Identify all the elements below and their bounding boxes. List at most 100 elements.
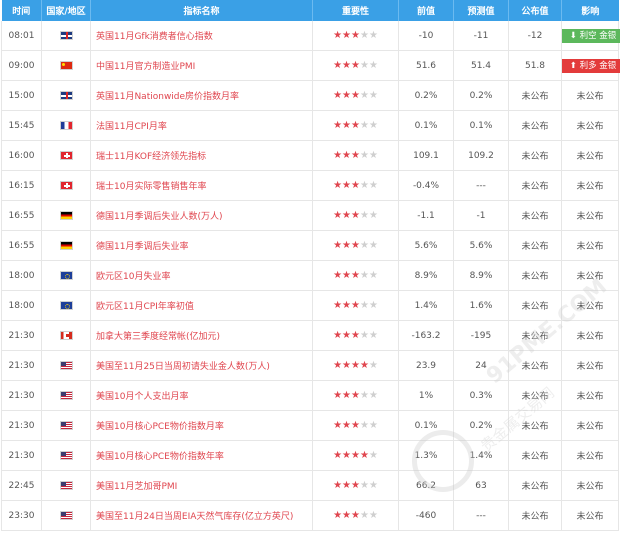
calendar-table: 时间 国家/地区 指标名称 重要性 前值 预测值 公布值 影响 08:01 英国1… — [1, 0, 620, 531]
star-icon: ★ — [351, 240, 360, 251]
indicator-link[interactable]: 美国至11月24日当周EIA天然气库存(亿立方英尺) — [96, 512, 293, 522]
cell-impact: 未公布 — [561, 200, 619, 231]
cell-indicator[interactable]: 欧元区10月失业率 — [90, 260, 313, 291]
cell-indicator[interactable]: 英国11月Gfk消费者信心指数 — [90, 21, 313, 51]
star-icon: ★ — [359, 450, 369, 461]
impact-badge: ⬇ 利空 金银 — [562, 28, 620, 43]
star-icon: ★ — [368, 330, 378, 341]
header-previous[interactable]: 前值 — [398, 0, 454, 21]
cell-forecast: 0.2% — [453, 410, 509, 441]
impact-label: 利多 金银 — [579, 60, 617, 71]
cell-time: 23:30 — [1, 500, 42, 531]
cell-indicator[interactable]: 美国10月个人支出月率 — [90, 380, 313, 411]
cell-indicator[interactable]: 美国至11月25日当周初请失业金人数(万人) — [90, 350, 313, 381]
cell-importance: ★★★★★ — [312, 80, 399, 111]
cell-importance: ★★★★★ — [312, 440, 399, 471]
cell-actual: 未公布 — [508, 320, 562, 351]
header-importance[interactable]: 重要性 — [312, 0, 399, 21]
cell-forecast: -1 — [453, 200, 509, 231]
star-icon: ★ — [351, 30, 360, 41]
cell-indicator[interactable]: 德国11月季调后失业率 — [90, 230, 313, 261]
importance-stars: ★★★★★ — [333, 30, 378, 41]
table-row: 21:30 美国10月核心PCE物价指数年率 ★★★★★ 1.3% 1.4% 未公布 未公布 — [1, 440, 619, 471]
cell-indicator[interactable]: 法国11月CPI月率 — [90, 110, 313, 141]
indicator-link[interactable]: 法国11月CPI月率 — [96, 122, 167, 132]
indicator-link[interactable]: 美国10月核心PCE物价指数年率 — [96, 452, 224, 462]
cell-forecast: 109.2 — [453, 140, 509, 171]
star-icon: ★ — [351, 120, 360, 131]
cell-impact: 未公布 — [561, 140, 619, 171]
star-icon: ★ — [342, 360, 352, 371]
cell-previous: 0.1% — [398, 110, 454, 141]
indicator-link[interactable]: 德国11月季调后失业率 — [96, 242, 188, 252]
header-country[interactable]: 国家/地区 — [41, 0, 91, 21]
cell-actual: 未公布 — [508, 440, 562, 471]
indicator-link[interactable]: 瑞士11月KOF经济领先指标 — [96, 152, 206, 162]
cell-forecast: 0.2% — [453, 80, 509, 111]
indicator-link[interactable]: 英国11月Nationwide房价指数月率 — [96, 92, 239, 102]
cell-indicator[interactable]: 中国11月官方制造业PMI — [90, 50, 313, 81]
cell-indicator[interactable]: 瑞士10月实际零售销售年率 — [90, 170, 313, 201]
importance-stars: ★★★★★ — [333, 510, 378, 521]
star-icon: ★ — [351, 90, 360, 101]
cell-actual: 未公布 — [508, 170, 562, 201]
cell-indicator[interactable]: 加拿大第三季度经常帐(亿加元) — [90, 320, 313, 351]
indicator-link[interactable]: 欧元区11月CPI年率初值 — [96, 302, 194, 312]
star-icon: ★ — [333, 120, 343, 131]
star-icon: ★ — [359, 480, 369, 491]
table-row: 08:01 英国11月Gfk消费者信心指数 ★★★★★ -10 -11 -12 ⬇ 利空 金… — [1, 21, 620, 51]
table-row: 21:30 加拿大第三季度经常帐(亿加元) ★★★★★ -163.2 -195 未公布 未公… — [1, 320, 619, 351]
cell-forecast: -195 — [453, 320, 509, 351]
star-icon: ★ — [342, 210, 352, 221]
header-impact[interactable]: 影响 — [561, 0, 619, 21]
header-forecast[interactable]: 预测值 — [453, 0, 509, 21]
header-indicator[interactable]: 指标名称 — [90, 0, 313, 21]
importance-stars: ★★★★★ — [333, 420, 378, 431]
indicator-link[interactable]: 美国10月核心PCE物价指数月率 — [96, 422, 224, 432]
indicator-link[interactable]: 加拿大第三季度经常帐(亿加元) — [96, 332, 220, 342]
star-icon: ★ — [359, 390, 369, 401]
cell-indicator[interactable]: 欧元区11月CPI年率初值 — [90, 290, 313, 321]
france-flag-icon — [59, 120, 73, 130]
cell-time: 18:00 — [1, 260, 42, 291]
indicator-link[interactable]: 美国至11月25日当周初请失业金人数(万人) — [96, 362, 270, 372]
header-actual[interactable]: 公布值 — [508, 0, 562, 21]
indicator-link[interactable]: 欧元区10月失业率 — [96, 272, 170, 282]
table-row: 18:00 欧元区11月CPI年率初值 ★★★★★ 1.4% 1.6% 未公布 未公布 — [1, 290, 619, 321]
table-row: 22:45 美国11月芝加哥PMI ★★★★★ 66.2 63 未公布 未公布 — [1, 470, 619, 501]
cell-importance: ★★★★★ — [312, 470, 399, 501]
star-icon: ★ — [342, 510, 352, 521]
star-icon: ★ — [368, 120, 378, 131]
star-icon: ★ — [368, 300, 378, 311]
indicator-link[interactable]: 英国11月Gfk消费者信心指数 — [96, 32, 213, 42]
cell-indicator[interactable]: 美国11月芝加哥PMI — [90, 470, 313, 501]
cell-time: 16:00 — [1, 140, 42, 171]
cell-previous: 1.3% — [398, 440, 454, 471]
indicator-link[interactable]: 美国10月个人支出月率 — [96, 392, 188, 402]
cell-time: 15:00 — [1, 80, 42, 111]
star-icon: ★ — [342, 90, 352, 101]
cell-forecast: 1.6% — [453, 290, 509, 321]
indicator-link[interactable]: 美国11月芝加哥PMI — [96, 482, 177, 492]
cell-indicator[interactable]: 英国11月Nationwide房价指数月率 — [90, 80, 313, 111]
indicator-link[interactable]: 德国11月季调后失业人数(万人) — [96, 212, 222, 222]
star-icon: ★ — [368, 240, 378, 251]
cell-indicator[interactable]: 德国11月季调后失业人数(万人) — [90, 200, 313, 231]
cell-country — [41, 170, 91, 201]
cell-indicator[interactable]: 美国10月核心PCE物价指数月率 — [90, 410, 313, 441]
cell-indicator[interactable]: 美国至11月24日当周EIA天然气库存(亿立方英尺) — [90, 500, 313, 531]
star-icon: ★ — [368, 270, 378, 281]
indicator-link[interactable]: 瑞士10月实际零售销售年率 — [96, 182, 206, 192]
table-row: 21:30 美国10月个人支出月率 ★★★★★ 1% 0.3% 未公布 未公布 — [1, 380, 619, 411]
germany-flag-icon — [59, 210, 73, 220]
star-icon: ★ — [333, 360, 343, 371]
star-icon: ★ — [351, 510, 360, 521]
cell-country — [41, 200, 91, 231]
cell-indicator[interactable]: 瑞士11月KOF经济领先指标 — [90, 140, 313, 171]
star-icon: ★ — [342, 150, 352, 161]
cell-indicator[interactable]: 美国10月核心PCE物价指数年率 — [90, 440, 313, 471]
indicator-link[interactable]: 中国11月官方制造业PMI — [96, 62, 195, 72]
cell-country — [41, 290, 91, 321]
header-time[interactable]: 时间 — [1, 0, 42, 21]
cell-impact: 未公布 — [561, 380, 619, 411]
